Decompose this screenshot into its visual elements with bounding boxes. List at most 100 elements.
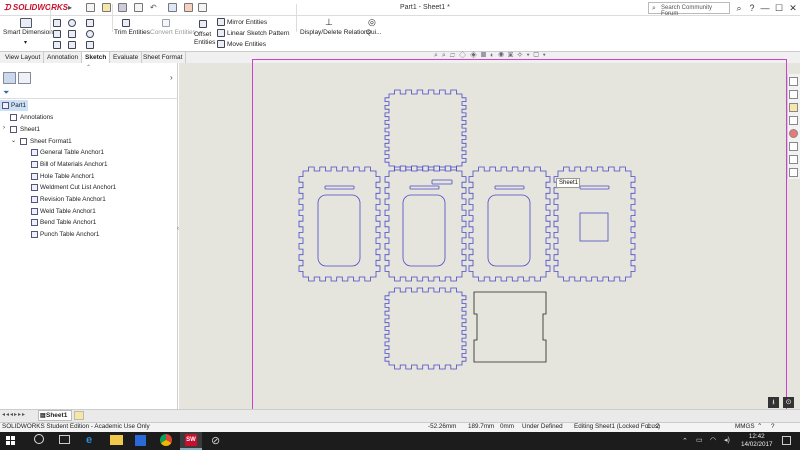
smart-dimension-icon[interactable] [20,18,32,28]
close-button[interactable]: ✕ [786,2,800,14]
sketch-panel-bottom[interactable] [384,287,467,370]
zoom-icon[interactable]: ⊙ [783,397,794,408]
rectangle-icon[interactable] [53,30,61,38]
menu-arrow-icon[interactable]: ▸ [68,3,74,13]
filter-icon[interactable]: ⏷ [3,88,9,98]
tree-item-anchor[interactable]: Punch Table Anchor1 [40,231,99,238]
sketch-panel-lid[interactable] [473,291,547,363]
smart-dimension-button[interactable]: Smart Dimension [3,29,53,36]
window-cutout[interactable] [317,194,361,267]
chevron-up-icon[interactable]: ⌃ [757,423,762,430]
arc-icon[interactable] [68,30,76,38]
line-icon[interactable] [53,19,61,27]
file-explorer-taskbar-icon[interactable] [110,435,123,445]
tab-evaluate[interactable]: Evaluate [110,52,143,63]
trim-entities-button[interactable]: Trim Entities [114,29,150,36]
tree-item-anchor[interactable]: Revision Table Anchor1 [40,196,106,203]
options-icon[interactable] [198,3,207,12]
tray-chevron-icon[interactable]: ⌃ [682,437,688,445]
display-relations-button[interactable]: Display/Delete Relations [300,29,371,36]
sketch-panel-top[interactable] [384,89,467,171]
scale-value[interactable]: 1 : 2 [647,423,659,430]
window-cutout[interactable] [487,194,531,267]
circle-icon[interactable] [68,19,76,27]
file-explorer-icon[interactable] [789,103,798,112]
property-tab[interactable] [18,72,31,84]
save-icon[interactable] [118,3,127,12]
chrome-icon[interactable] [160,434,172,446]
store-icon[interactable] [135,435,146,446]
sketch-panel-front[interactable] [384,166,467,282]
offset-entities-icon[interactable] [199,20,207,28]
quick-snaps-button[interactable]: Qui... [366,29,382,36]
sketch-panel-left[interactable] [298,166,381,282]
handle-slot[interactable] [409,185,440,190]
edrawings-icon[interactable]: ⊘ [211,434,225,448]
linear-pattern-icon[interactable] [217,29,225,37]
open-icon[interactable] [102,3,111,12]
maximize-button[interactable]: ☐ [772,2,786,14]
tab-navigation-icon[interactable]: ◂◂◂▸▸▸ [2,411,26,418]
trim-entities-icon[interactable] [122,19,130,27]
linear-pattern-button[interactable]: Linear Sketch Pattern [227,30,290,37]
tree-item-anchor[interactable]: Bend Table Anchor1 [40,219,96,226]
tree-item-anchor[interactable]: General Table Anchor1 [40,149,104,156]
library-icon[interactable] [789,90,798,99]
new-document-icon[interactable] [86,3,95,12]
sketch-panel-right[interactable] [468,166,551,282]
notifications-icon[interactable] [782,436,791,445]
handle-slot[interactable] [579,185,610,190]
tree-item-part1[interactable]: Part1 [11,102,26,109]
solidworks-logo[interactable]: ᗪ SOLIDWORKS [4,3,68,13]
rebuild-icon[interactable] [184,3,193,12]
windows-start-icon[interactable] [6,436,15,445]
download-icon[interactable]: ⭳ [768,397,779,408]
tab-sketch[interactable]: Sketch [82,52,111,63]
home-icon[interactable] [789,77,798,86]
handle-slot[interactable] [324,185,355,190]
print-icon[interactable] [134,3,143,12]
tab-sheet-format[interactable]: Sheet Format [140,52,187,63]
help-icon[interactable]: ? [771,423,775,430]
cortana-icon[interactable] [34,434,44,444]
collapse-icon[interactable]: ⌃ [86,64,91,71]
wifi-icon[interactable]: ◠ [710,436,716,444]
tree-item-anchor[interactable]: Bill of Materials Anchor1 [40,161,108,168]
ellipse-icon[interactable] [86,30,94,38]
move-entities-button[interactable]: Move Entities [227,41,266,48]
sheet-tab[interactable]: ▤ Sheet1 [38,410,72,421]
move-entities-icon[interactable] [217,40,225,48]
mirror-entities-button[interactable]: Mirror Entities [227,19,267,26]
minimize-button[interactable]: — [758,2,772,14]
resources-icon[interactable] [789,168,798,177]
add-sheet-icon[interactable] [74,411,84,420]
taskbar-clock[interactable]: 12:42 14/02/2017 [741,433,773,449]
drawing-sheet[interactable] [252,59,787,412]
offset-entities-button[interactable]: Offset Entities [194,31,215,47]
tree-item-anchor[interactable]: Weld Table Anchor1 [40,208,96,215]
edge-browser-icon[interactable]: e [86,434,100,448]
help-button[interactable]: ? [745,2,759,14]
undo-icon[interactable]: ↶ [150,3,159,12]
expand-arrow-icon[interactable]: ⌄ [11,137,16,144]
select-icon[interactable] [168,3,177,12]
units-selector[interactable]: MMGS [735,423,755,430]
forum-icon[interactable] [789,155,798,164]
view-palette-icon[interactable] [789,116,798,125]
quick-snaps-icon[interactable]: ◎ [368,17,376,28]
mirror-entities-icon[interactable] [217,18,225,26]
spline-icon[interactable] [86,19,94,27]
expand-arrow-icon[interactable]: › [3,125,5,131]
tree-item-anchor[interactable]: Hole Table Anchor1 [40,173,95,180]
tree-item-sheet-format[interactable]: Sheet Format1 [30,138,72,145]
handle-slot[interactable] [494,185,525,190]
volume-icon[interactable]: ◂) [724,436,730,444]
search-options-icon[interactable]: ⌕ [732,2,746,14]
slot-icon[interactable] [53,41,61,49]
search-input[interactable]: ⌕ Search Community Forum [648,2,730,17]
chevron-right-icon[interactable]: › [170,73,173,82]
window-cutout[interactable] [402,194,446,267]
battery-icon[interactable]: ▭ [696,436,703,444]
polygon-icon[interactable] [68,41,76,49]
feature-tree-tab[interactable] [3,72,16,84]
